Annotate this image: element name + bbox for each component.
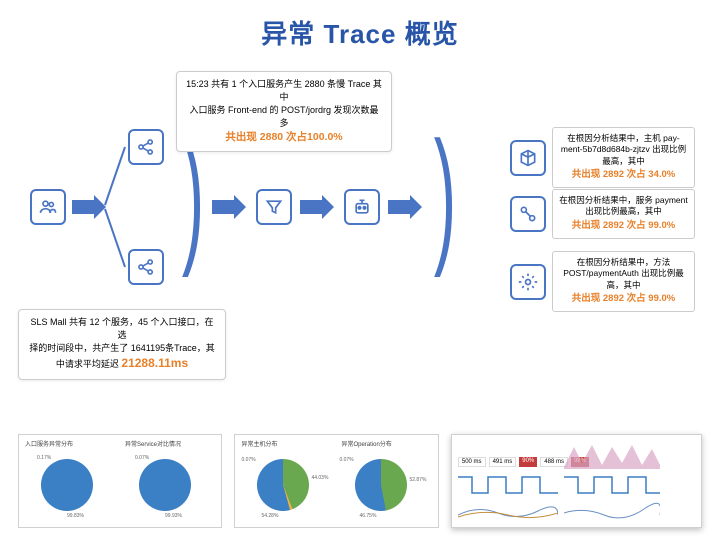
mini-line-chart — [458, 501, 558, 523]
summary-card-top: 15:23 共有 1 个入口服务产生 2880 条慢 Trace 其中 入口服务… — [176, 71, 392, 152]
chart-title: 异常Operation分布 — [341, 439, 391, 448]
connector-lines — [105, 137, 135, 277]
filter-icon — [256, 189, 292, 225]
metric-badge: 500 ms — [458, 457, 486, 467]
pie-label: 99.93% — [165, 513, 182, 519]
card-text: 入口服务 Front-end 的 POST/jordrg 发现次数最多 — [185, 104, 383, 130]
metric-badge: 90% — [519, 457, 537, 467]
cube-icon — [510, 140, 546, 176]
result-text: 在根因分析结果中，主机 pay-ment-5b7d8d684b-zjtzv 出现… — [561, 133, 686, 166]
summary-card-bottom: SLS Mall 共有 12 个服务，45 个入口接口，在选 择的时间段中，共产… — [18, 309, 226, 380]
arrow-icon — [300, 195, 334, 219]
card-text: SLS Mall 共有 12 个服务，45 个入口接口，在选 — [27, 316, 217, 342]
result-highlight: 共出现 2892 次占 34.0% — [559, 169, 688, 182]
link-icon — [510, 196, 546, 232]
gear-icon — [510, 264, 546, 300]
arrow-icon — [72, 195, 106, 219]
thumb-pies-left: 入口服务异常分布 异常Service对比情况 0.17% 99.83% 0.07… — [18, 434, 222, 528]
pie-label: 44.03% — [311, 475, 328, 481]
pie-label: 0.07% — [241, 457, 255, 463]
result-text: 在根因分析结果中，方法 POST/paymentAuth 出现比例最高，其中 — [563, 257, 683, 290]
result-text: 在根因分析结果中，服务 payment 出现比例最高，其中 — [559, 195, 687, 216]
result-card: 在根因分析结果中，方法 POST/paymentAuth 出现比例最高，其中 共… — [552, 251, 695, 312]
result-highlight: 共出现 2892 次占 99.0% — [559, 220, 688, 233]
pie-chart — [41, 459, 93, 511]
mini-step-chart — [458, 473, 558, 497]
users-icon — [30, 189, 66, 225]
chart-title: 异常Service对比情况 — [125, 439, 181, 448]
mini-step-chart — [564, 473, 660, 497]
pie-chart — [355, 459, 407, 511]
card-highlight: 21288.11ms — [121, 356, 188, 370]
robot-icon — [344, 189, 380, 225]
card-text: 中请求平均延迟 21288.11ms — [27, 355, 217, 372]
pie-label: 99.83% — [67, 513, 84, 519]
result-row-host: 在根因分析结果中，主机 pay-ment-5b7d8d684b-zjtzv 出现… — [510, 127, 695, 188]
thumbnail-row: 入口服务异常分布 异常Service对比情况 0.17% 99.83% 0.07… — [0, 434, 720, 528]
pie-label: 0.17% — [37, 455, 51, 461]
thumb-pies-right: 异常主机分布 异常Operation分布 0.07% 44.03% 54.28%… — [234, 434, 438, 528]
pie-label: 54.28% — [261, 513, 278, 519]
card-highlight: 共出现 2880 次占100.0% — [185, 130, 383, 145]
arrow-icon — [388, 195, 422, 219]
result-card: 在根因分析结果中，服务 payment 出现比例最高，其中 共出现 2892 次… — [552, 189, 695, 239]
card-text: 择的时间段中，共产生了 1641195条Trace，其 — [27, 342, 217, 355]
result-highlight: 共出现 2892 次占 99.0% — [559, 293, 688, 306]
pie-chart — [257, 459, 309, 511]
metric-badge: 491 ms — [489, 457, 517, 467]
thumb-dashboard: 500 ms 491 ms 90% 488 ms 98% — [451, 434, 702, 528]
pie-label: 0.07% — [135, 455, 149, 461]
result-row-service: 在根因分析结果中，服务 payment 出现比例最高，其中 共出现 2892 次… — [510, 189, 695, 239]
chart-title: 异常主机分布 — [241, 439, 277, 448]
card-text: 15:23 共有 1 个入口服务产生 2880 条慢 Trace 其中 — [185, 78, 383, 104]
result-card: 在根因分析结果中，主机 pay-ment-5b7d8d684b-zjtzv 出现… — [552, 127, 695, 188]
mini-area-chart — [564, 439, 660, 469]
pie-label: 0.07% — [339, 457, 353, 463]
chart-title: 入口服务异常分布 — [25, 439, 73, 448]
pie-label: 46.75% — [359, 513, 376, 519]
arrow-icon — [212, 195, 246, 219]
bracket-icon: ) — [434, 119, 456, 269]
mini-line-chart — [564, 501, 660, 523]
pie-chart — [139, 459, 191, 511]
result-row-method: 在根因分析结果中，方法 POST/paymentAuth 出现比例最高，其中 共… — [510, 251, 695, 312]
pie-label: 52.87% — [409, 477, 426, 483]
flow-diagram: ) ) 15:23 共有 1 个入口服务产生 2880 条慢 Trace 其中 … — [0, 59, 720, 369]
page-title: 异常 Trace 概览 — [0, 0, 720, 59]
